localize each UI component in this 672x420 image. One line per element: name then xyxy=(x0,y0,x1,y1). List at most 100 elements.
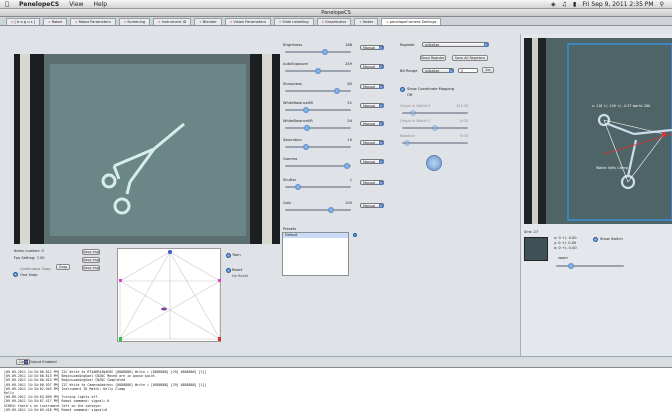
mode-select-gain[interactable]: Manual ▾ xyxy=(360,203,384,208)
mode-select-whitebalanceub[interactable]: Manual ▾ xyxy=(360,103,384,108)
slider-knob[interactable] xyxy=(322,49,329,55)
apple-icon[interactable]:  xyxy=(0,1,14,8)
close-icon[interactable]: ✕ xyxy=(322,19,325,25)
checkbox-icon[interactable] xyxy=(24,360,28,364)
slider-gamma[interactable] xyxy=(285,163,351,169)
slider-brightness[interactable] xyxy=(285,49,351,55)
bit-value-input[interactable]: 0 xyxy=(458,68,478,73)
info-x: x: 0 +/- 0.00 xyxy=(554,236,577,240)
close-icon[interactable]: ✕ xyxy=(359,19,362,25)
train-radio[interactable] xyxy=(226,253,231,258)
menu-app[interactable]: PenelopeCS xyxy=(14,1,64,8)
origin-y-value: 0.00 xyxy=(460,119,469,123)
detection-view[interactable]: x: 118 +/- 249 +/- -0.37 world: 280 Watc… xyxy=(524,38,672,224)
slider-label-gain: Gain xyxy=(283,201,292,205)
slider-sharpness[interactable] xyxy=(285,88,351,94)
slider-knob[interactable] xyxy=(328,207,335,213)
slider-gain[interactable] xyxy=(285,207,351,213)
close-icon[interactable]: ✕ xyxy=(199,19,202,25)
tab-camera-settings[interactable]: ✕ penelopeCamera Settings xyxy=(381,18,442,25)
slider-knob[interactable] xyxy=(404,140,410,146)
wifi-icon[interactable]: ◈ xyxy=(551,1,556,8)
log-console[interactable]: [09-09-2011 14:34:00.812 PM] I2C Write t… xyxy=(0,367,672,420)
slider-knob[interactable] xyxy=(568,263,574,269)
slider-autoexposure[interactable] xyxy=(285,68,351,74)
close-icon[interactable]: ✕ xyxy=(386,19,389,25)
read-register-button[interactable]: Read Register xyxy=(420,55,446,61)
mode-select-brightness[interactable]: Manual ▾ xyxy=(360,45,384,50)
slider-knob[interactable] xyxy=(334,88,341,94)
fps-setting: Fps Setting: 7.50 xyxy=(14,256,45,260)
bit-range-select[interactable]: Initialize ▾ xyxy=(422,68,454,73)
close-icon[interactable]: ✕ xyxy=(75,19,78,25)
set-button[interactable]: Set xyxy=(482,67,494,73)
save-img-button-3[interactable]: Save Img xyxy=(82,265,100,271)
slider-knob[interactable] xyxy=(343,163,350,169)
register-select[interactable]: Initialize ▾ xyxy=(422,42,489,47)
slider-whitebalanceub[interactable] xyxy=(285,107,351,113)
camera-view[interactable] xyxy=(14,54,280,244)
slider-knob[interactable] xyxy=(303,107,309,113)
continuous-snap-label[interactable]: Continuous Snap xyxy=(20,267,50,271)
rotate-dial[interactable] xyxy=(426,155,442,171)
slider-whitebalancevr[interactable] xyxy=(285,125,351,131)
close-icon[interactable]: ✕ xyxy=(11,19,14,25)
mode-select-whitebalancevr[interactable]: Manual ▾ xyxy=(360,121,384,126)
slider-saturation[interactable] xyxy=(285,144,351,150)
spotlight-icon[interactable]: ⚲ xyxy=(660,1,664,8)
tab-screening[interactable]: ✕ Screening xyxy=(118,18,151,25)
save-img-button-2[interactable]: Save Img xyxy=(82,257,100,263)
slider-value-brightness: 168 xyxy=(345,43,352,47)
slider-knob[interactable] xyxy=(432,125,438,131)
slider-knob[interactable] xyxy=(410,110,416,116)
mode-select-autoexposure[interactable]: Manual ▾ xyxy=(360,64,384,69)
save-all-registers-button[interactable]: Save All Registers xyxy=(452,55,488,61)
close-icon[interactable]: ✕ xyxy=(48,19,51,25)
mode-select-shutter[interactable]: Manual ▾ xyxy=(360,180,384,185)
battery-icon[interactable]: ▮ xyxy=(573,1,576,8)
show-coords-radio[interactable] xyxy=(400,87,405,92)
origin-y-slider[interactable] xyxy=(402,125,468,131)
presets-list[interactable]: Default xyxy=(282,232,349,276)
tab-robot-parameters[interactable]: ✕ Robot Parameters xyxy=(70,18,116,25)
slider-knob[interactable] xyxy=(303,144,309,150)
rotation-slider[interactable] xyxy=(402,140,468,146)
mode-select-saturation[interactable]: Manual ▾ xyxy=(360,140,384,145)
slider-shutter[interactable] xyxy=(285,184,351,190)
menu-help[interactable]: Help xyxy=(88,1,112,8)
preset-item[interactable]: Default xyxy=(283,233,348,238)
slider-knob[interactable] xyxy=(315,68,321,74)
clock[interactable]: Fri Sep 9, 2011 2:35 PM xyxy=(582,1,653,8)
tab-notes[interactable]: ✕ Notes xyxy=(354,18,379,25)
mode-select-gamma[interactable]: Manual ▾ xyxy=(360,159,384,164)
preset-add-button[interactable] xyxy=(353,233,357,237)
mode-select-sharpness[interactable]: Manual ▾ xyxy=(360,84,384,89)
tab-instrument-id[interactable]: ✕ Instrument ID xyxy=(153,18,192,25)
close-icon[interactable]: ✕ xyxy=(230,19,233,25)
close-icon[interactable]: ✕ xyxy=(279,19,282,25)
origin-x-slider[interactable] xyxy=(402,110,468,116)
volume-icon[interactable]: ♫ xyxy=(562,1,567,8)
position-plot[interactable] xyxy=(117,248,221,342)
reset-radio[interactable] xyxy=(226,268,231,273)
tab-slide-labelling[interactable]: ✕ Slide Labelling xyxy=(273,18,314,25)
slider-knob[interactable] xyxy=(304,125,311,131)
tab-vision-parameters[interactable]: ✕ Vision Parameters xyxy=(224,18,271,25)
tab-robot[interactable]: ✕ Robot xyxy=(43,18,68,25)
close-icon[interactable]: ✕ xyxy=(158,19,161,25)
snap-button[interactable]: Snap xyxy=(56,264,70,270)
slider-knob[interactable] xyxy=(295,184,302,190)
tab-bogus[interactable]: ✕[ b o g u s ] xyxy=(6,18,41,25)
save-img-button-1[interactable]: Save Img xyxy=(82,249,100,255)
tab-blender[interactable]: ✕ Blender xyxy=(194,18,222,25)
menu-view[interactable]: View xyxy=(64,1,88,8)
items-number: Items number: 0 xyxy=(14,249,44,253)
tab-label: Notes xyxy=(362,20,374,24)
zoom-slider[interactable] xyxy=(556,263,624,269)
train-label: Train xyxy=(232,253,241,257)
one-snap-radio[interactable] xyxy=(13,272,18,277)
tab-graphicator[interactable]: ✕ Graphicator xyxy=(316,18,352,25)
close-icon[interactable]: ✕ xyxy=(124,19,127,25)
thumbnail-preview[interactable] xyxy=(524,237,548,261)
show-switch-radio[interactable] xyxy=(593,237,598,242)
